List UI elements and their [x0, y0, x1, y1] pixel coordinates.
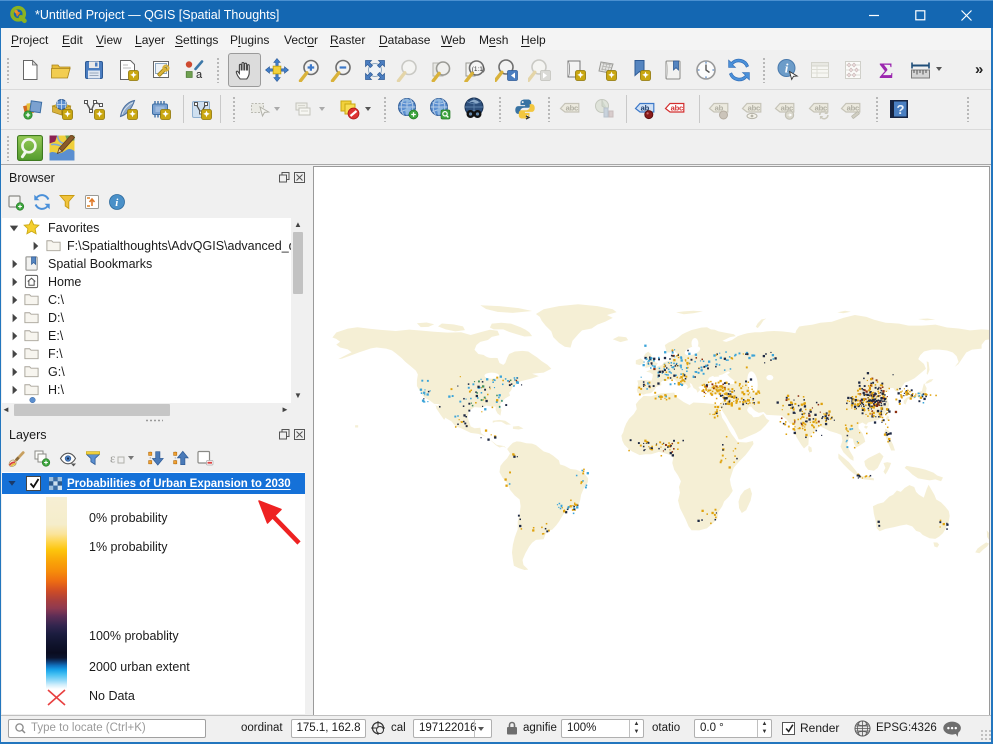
svg-text:a: a [196, 69, 203, 81]
svg-text:abc: abc [847, 104, 860, 113]
svg-text:ε: ε [110, 451, 116, 466]
svg-text:abc: abc [671, 104, 684, 113]
svg-text:?: ? [897, 102, 905, 117]
svg-text:abc: abc [748, 104, 761, 113]
svg-text:(1:1): (1:1) [472, 66, 485, 73]
svg-text:i: i [785, 61, 789, 76]
svg-text:abc: abc [566, 104, 579, 113]
svg-text:Σ: Σ [879, 58, 893, 82]
